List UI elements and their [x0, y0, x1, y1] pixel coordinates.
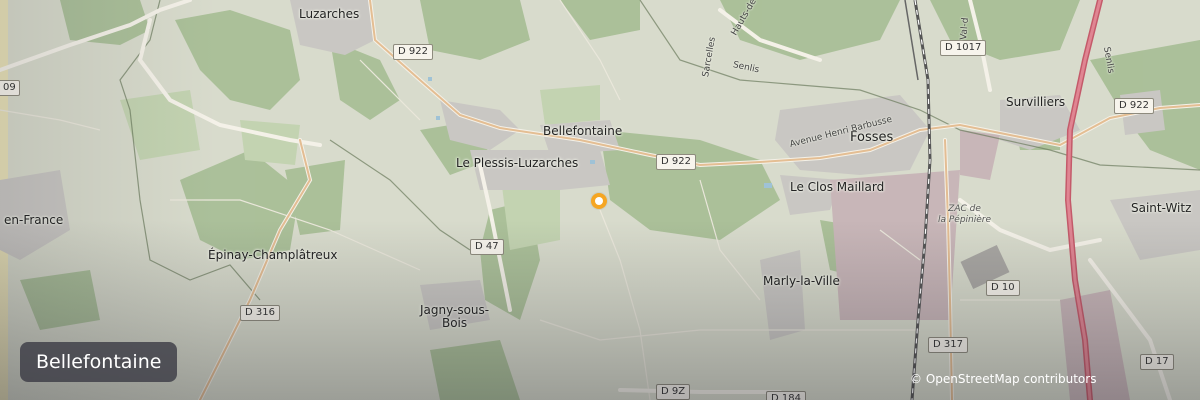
place-zac-line-1: ZAC de [948, 204, 981, 214]
location-title-badge: Bellefontaine [20, 342, 178, 382]
place-marly-la-ville: Marly-la-Ville [763, 274, 840, 288]
road-d9z-shield: D 9Z [656, 384, 691, 400]
road-d316-shield: D 316 [240, 305, 280, 321]
road-d47-shield: D 47 [470, 239, 504, 255]
location-marker-icon[interactable] [591, 193, 607, 209]
road-d1017-shield: D 1017 [940, 40, 987, 56]
place-zac-line-2: la Pépinière [938, 215, 992, 225]
place-le-plessis-luzarches: Le Plessis-Luzarches [456, 156, 579, 170]
place-jagny-sous-bois: Jagny-sous- Bois [420, 304, 489, 330]
map-view[interactable]: Luzarches Bellefontaine Le Plessis-Luzar… [0, 0, 1200, 400]
road-d922-shield: D 922 [656, 154, 696, 170]
road-d10-shield: D 10 [986, 280, 1020, 296]
road-d922-shield: D 922 [393, 44, 433, 60]
place-luzarches: Luzarches [299, 7, 360, 21]
place-le-clos-maillard: Le Clos Maillard [790, 180, 885, 194]
place-zac-pepiniere: ZAC de la Pépinière [938, 204, 991, 226]
road-09-shield: 09 [0, 80, 20, 96]
place-epinay-champlatreux: Épinay-Champlâtreux [208, 248, 338, 262]
map-attribution[interactable]: © OpenStreetMap contributors [910, 372, 1096, 386]
road-d184-shield: D 184 [766, 391, 806, 400]
road-d922-shield: D 922 [1114, 98, 1154, 114]
place-saint-witz: Saint-Witz [1131, 201, 1192, 215]
place-bellefontaine: Bellefontaine [543, 124, 623, 138]
road-d317-shield: D 317 [928, 337, 968, 353]
place-survilliers: Survilliers [1006, 95, 1066, 109]
place-jagny-line-2: Bois [441, 316, 468, 330]
place-en-france: en-France [4, 213, 64, 227]
road-name-val-d: Val-d [959, 17, 971, 41]
road-d17-shield: D 17 [1140, 354, 1174, 370]
